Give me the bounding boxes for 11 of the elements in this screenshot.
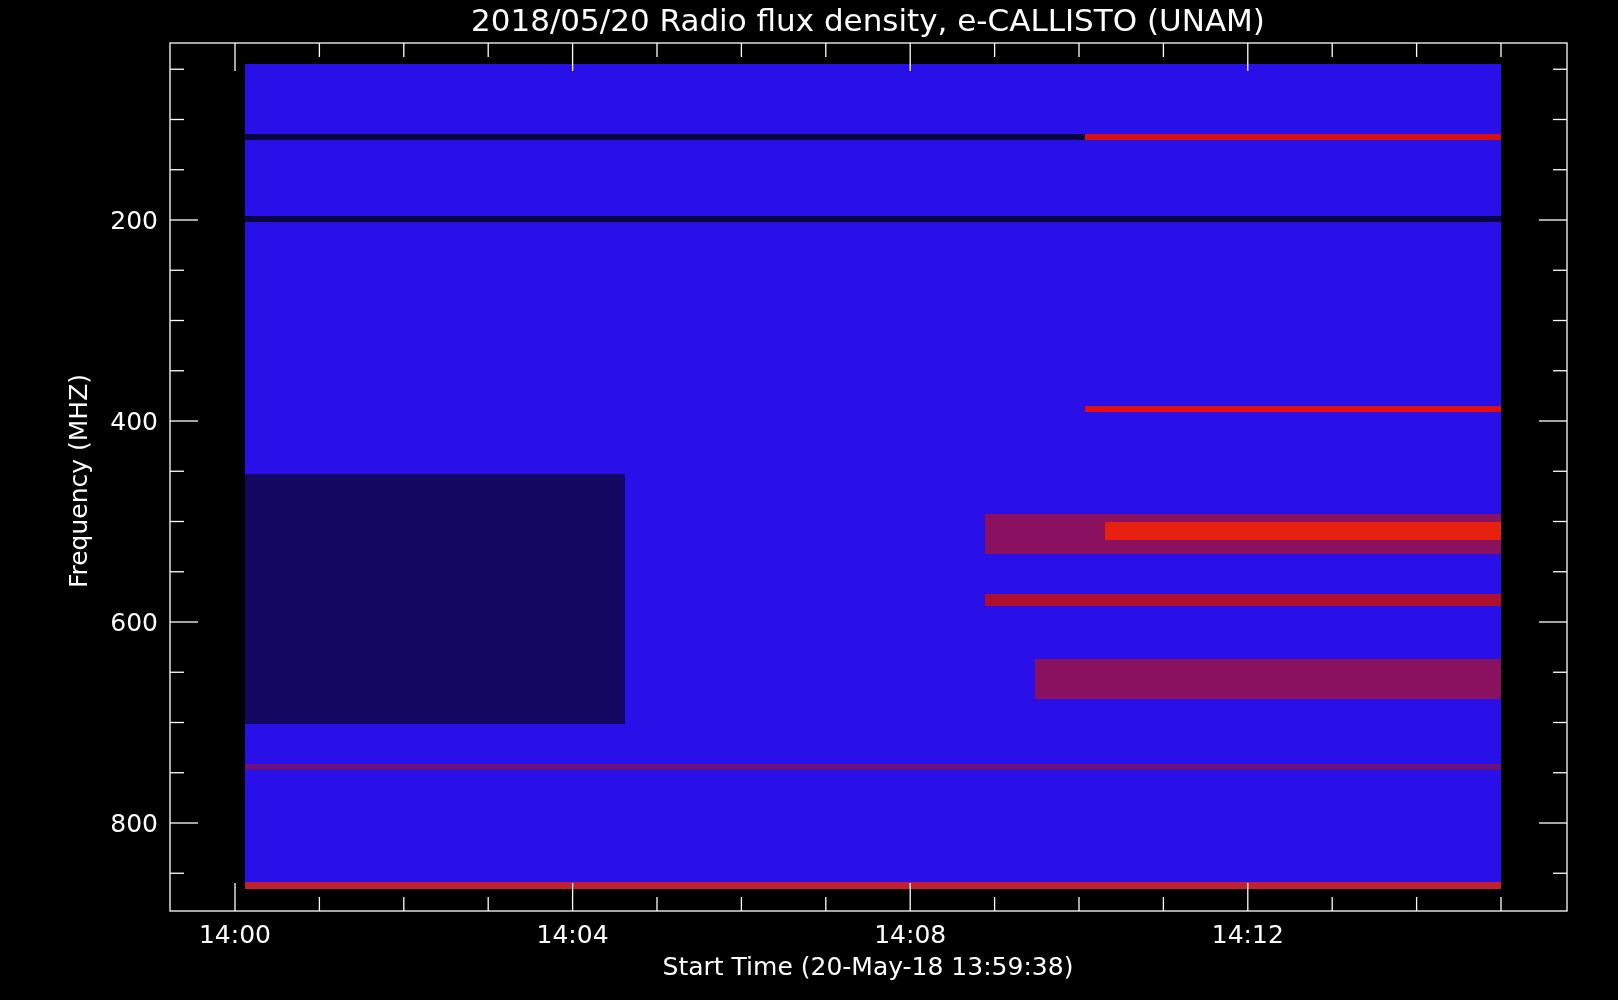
x-tick-label: 14:12 [1211, 920, 1284, 949]
y-tick-label: 800 [110, 809, 158, 838]
x-axis-label: Start Time (20-May-18 13:59:38) [662, 952, 1074, 981]
y-tick-label: 600 [110, 608, 158, 637]
x-tick-label: 14:04 [536, 920, 609, 949]
y-axis-label: Frequency (MHZ) [64, 373, 93, 589]
y-tick-label: 400 [110, 407, 158, 436]
x-tick-label: 14:00 [199, 920, 271, 949]
chart-title: 2018/05/20 Radio flux density, e-CALLISTO (UNAM) [471, 2, 1265, 38]
y-tick-label: 200 [110, 206, 158, 235]
x-tick-label: 14:08 [874, 920, 947, 949]
